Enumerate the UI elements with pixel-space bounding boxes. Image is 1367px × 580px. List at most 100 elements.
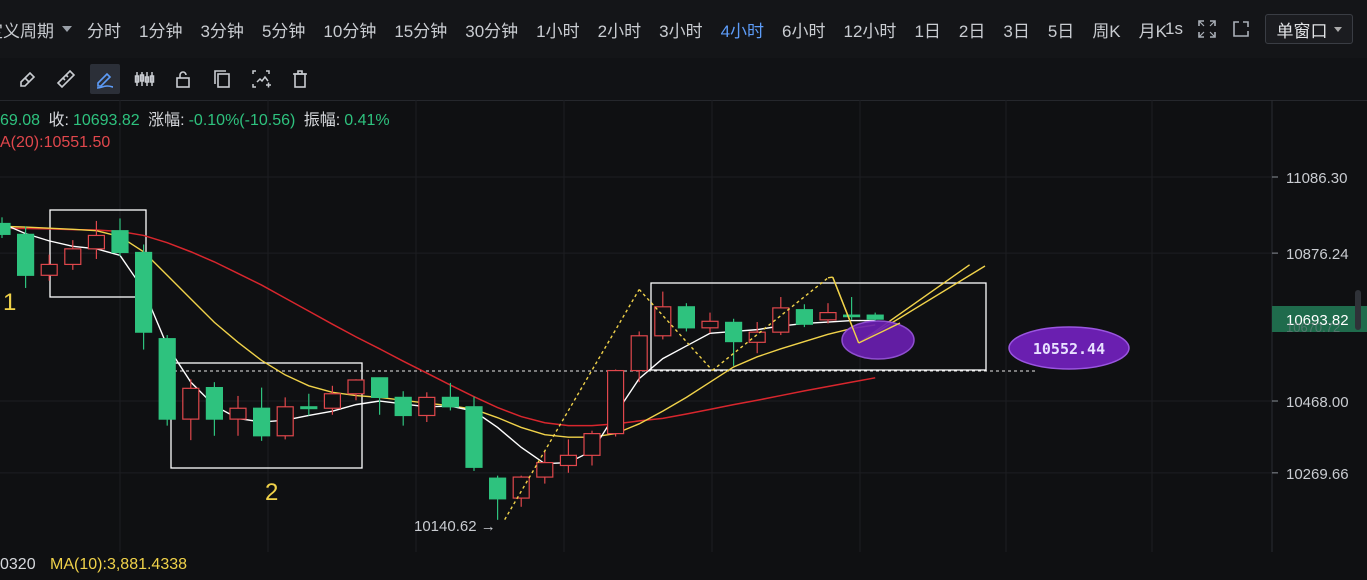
zigzag-projection-line (827, 276, 833, 279)
y-tick-label: 10269.66 (1286, 466, 1349, 483)
ma20-info: A(20):10551.50 (0, 134, 111, 151)
candle-body (111, 230, 129, 254)
ma-fast-line (1, 222, 876, 465)
candle-body (371, 377, 389, 398)
candle-body (795, 309, 814, 325)
candle-body (276, 406, 294, 437)
zigzag-projection-line (638, 288, 713, 371)
ma-mid-line (1, 225, 876, 438)
change-value: -0.10%(-10.56) (188, 112, 296, 129)
ohlc-info-line: 69.08 收: 10693.82 涨幅: -0.10%(-10.56) 振幅: 0.… (0, 106, 394, 130)
secondary-price-label: 10670.72 (1286, 320, 1340, 335)
chevron-down-icon (1333, 26, 1342, 32)
candle-body (347, 379, 365, 395)
candle-pattern-icon[interactable] (129, 64, 159, 94)
y-tick-label: 11086.30 (1286, 170, 1347, 187)
timeframe-tab[interactable]: 10分钟 (314, 17, 385, 42)
candle-body (819, 312, 837, 321)
candlestick-chart[interactable]: 11086.30 10876.24 10468.00 10269.66 1 2 10552.… (0, 100, 1367, 552)
candle-body (418, 396, 436, 417)
box-label-1: 1 (3, 289, 16, 316)
chart-area[interactable]: 11086.30 10876.24 10468.00 10269.66 1 2 10552.… (0, 100, 1367, 552)
ruler-eraser-icon[interactable] (12, 64, 42, 94)
top-bar: 定义周期 分时1分钟3分钟5分钟10分钟15分钟30分钟1小时2小时3小时4小时… (0, 0, 1367, 59)
support-label-text: 10552.44 (1033, 340, 1105, 358)
candle-body (253, 407, 271, 437)
candle-body (205, 386, 223, 420)
candle-body (724, 321, 743, 343)
ruler-icon[interactable] (51, 64, 81, 94)
volume-info-line: 0320 MA(10):3,881.4338 (0, 556, 187, 574)
candle-body (677, 306, 696, 329)
open-value-fragment: 69.08 (0, 112, 41, 129)
trash-icon[interactable] (285, 64, 315, 94)
timeframe-tab[interactable]: 6小时 (773, 17, 834, 42)
candle-body (701, 320, 719, 329)
candle-body (0, 222, 11, 235)
copy-icon[interactable] (207, 64, 237, 94)
candle-body (64, 248, 82, 266)
ma-slow-line (1, 227, 876, 427)
top-right-controls: 1s 单窗口 (1165, 0, 1367, 58)
refresh-rate[interactable]: 1s (1165, 19, 1183, 39)
lock-icon[interactable] (168, 64, 198, 94)
timeframe-tab[interactable]: 3分钟 (191, 17, 252, 42)
timeframe-tab[interactable]: 2日 (950, 17, 994, 42)
screenshot-icon[interactable] (246, 64, 276, 94)
candle-body (135, 251, 153, 333)
y-tick-label: 10468.00 (1286, 394, 1349, 411)
timeframe-tab[interactable]: 5日 (1039, 17, 1083, 42)
candle-body (842, 314, 861, 318)
timeframe-tab[interactable]: 30分钟 (456, 17, 527, 42)
volume-fragment: 0320 (0, 556, 36, 573)
amplitude-value: 0.41% (344, 112, 390, 129)
change-label: 涨幅: (148, 112, 185, 129)
timeframe-tab[interactable]: 周K (1083, 17, 1129, 42)
popout-window-icon[interactable] (1231, 19, 1251, 39)
candle-body (394, 396, 412, 417)
candle-body (229, 407, 247, 420)
candle-body (465, 406, 483, 468)
timeframe-tab[interactable]: 分时 (78, 17, 130, 42)
timeframe-tab[interactable]: 5分钟 (253, 17, 314, 42)
candle-body (748, 331, 766, 343)
candle-body (630, 335, 648, 372)
candle-body (441, 396, 459, 408)
custom-period-label: 定义周期 (0, 21, 54, 41)
candle-body (559, 454, 578, 467)
candle-body (87, 234, 106, 250)
low-marker-label: 10140.62 → (414, 518, 496, 535)
scrollbar-handle[interactable] (1355, 290, 1361, 330)
timeframe-tab[interactable]: 15分钟 (385, 17, 456, 42)
drawing-toolbar (0, 58, 1367, 101)
volume-ma10: MA(10):3,881.4338 (50, 556, 188, 573)
custom-period-dropdown[interactable]: 定义周期 (0, 17, 78, 42)
chevron-down-icon (62, 26, 72, 32)
timeframe-tab[interactable]: 1日 (905, 17, 949, 42)
pen-draw-icon[interactable] (90, 64, 120, 94)
candle-body (606, 369, 625, 435)
candle-body (536, 461, 554, 478)
timeframe-bar: 定义周期 分时1分钟3分钟5分钟10分钟15分钟30分钟1小时2小时3小时4小时… (0, 0, 1176, 58)
candle-body (300, 406, 318, 410)
fullscreen-icon[interactable] (1197, 19, 1217, 39)
timeframe-tab[interactable]: 12小时 (835, 17, 906, 42)
timeframe-tab[interactable]: 1分钟 (130, 17, 191, 42)
window-mode-select[interactable]: 单窗口 (1265, 14, 1353, 44)
window-mode-label: 单窗口 (1276, 21, 1328, 41)
close-label: 收: (48, 112, 69, 129)
candle-body (182, 387, 200, 420)
timeframe-tab[interactable]: 3小时 (650, 17, 711, 42)
timeframe-tab[interactable]: 4小时 (712, 17, 773, 42)
timeframe-tab[interactable]: 3日 (994, 17, 1038, 42)
close-value: 10693.82 (72, 112, 140, 129)
timeframe-tab[interactable]: 2小时 (589, 17, 650, 42)
y-tick-label: 10876.24 (1286, 246, 1349, 263)
box-label-2: 2 (265, 479, 278, 506)
candle-body (866, 314, 884, 320)
candle-body (512, 476, 530, 499)
candle-body (583, 433, 601, 456)
candle-body (489, 477, 507, 500)
candle-body (323, 393, 341, 409)
timeframe-tab[interactable]: 1小时 (527, 17, 588, 42)
